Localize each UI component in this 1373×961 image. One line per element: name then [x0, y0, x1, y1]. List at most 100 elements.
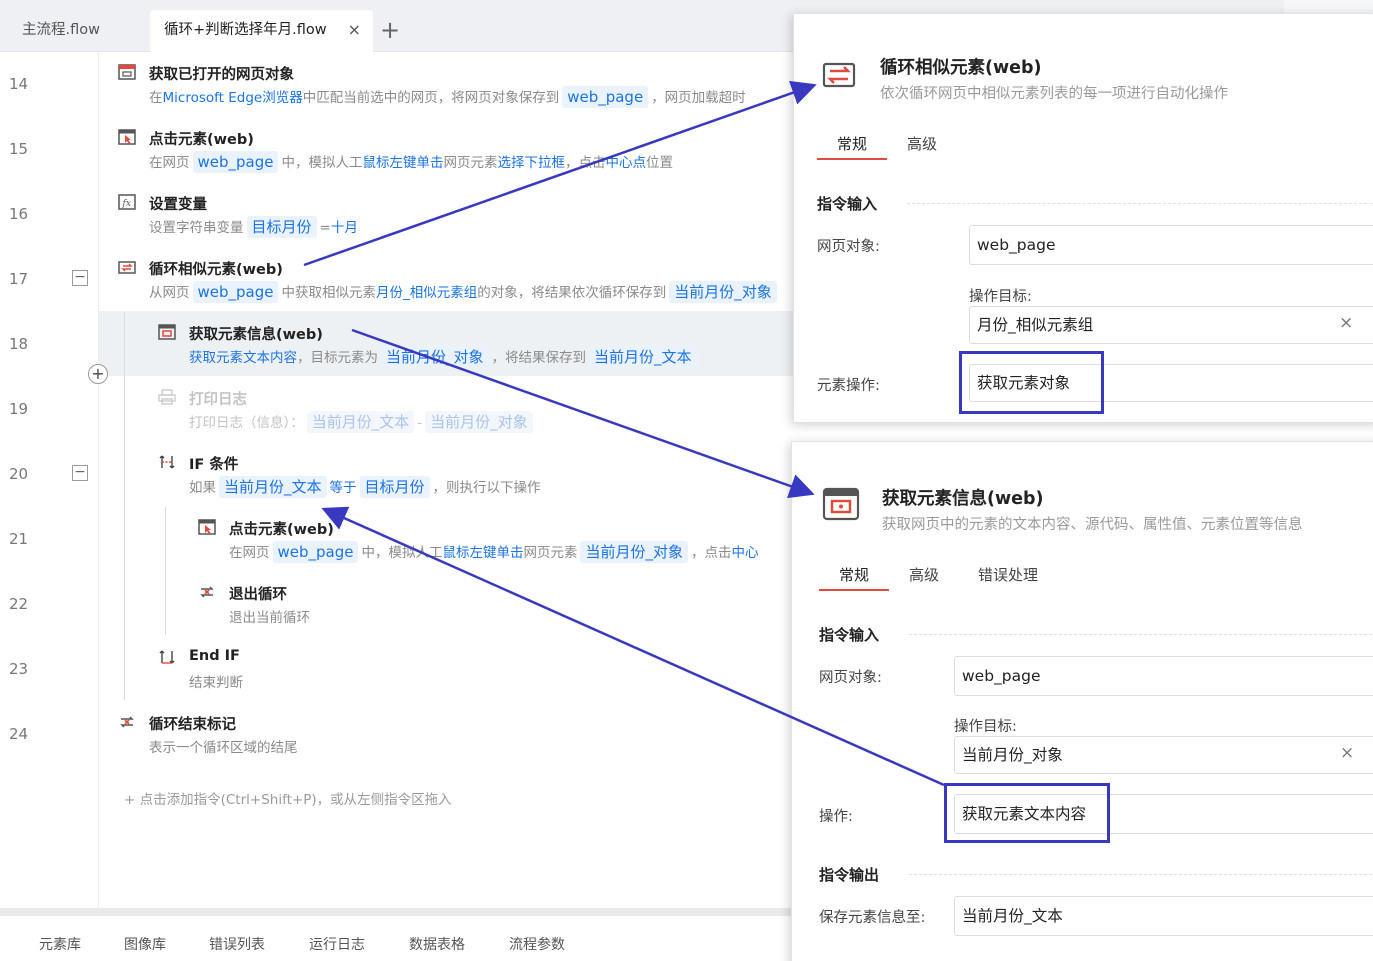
- step-description: 如果 当前月份_文本 等于 目标月份 ，则执行以下操作: [189, 476, 541, 498]
- insert-step-button[interactable]: +: [88, 364, 108, 384]
- line-number: 21: [9, 530, 29, 548]
- collapse-loop-toggle[interactable]: −: [72, 270, 88, 286]
- loop-indent-guide: [124, 312, 125, 700]
- web-object-field[interactable]: web_page: [969, 225, 1373, 265]
- step-title: 循环相似元素(web): [149, 262, 283, 278]
- variable-chip: 目标月份: [246, 216, 317, 238]
- operation-label: 操作:: [819, 809, 853, 825]
- variable-chip: 当前月份_文本: [589, 346, 697, 368]
- step-title: 退出循环: [229, 587, 287, 603]
- save-info-label: 保存元素信息至:: [819, 910, 926, 926]
- bottom-tab-run-log[interactable]: 运行日志: [309, 934, 365, 954]
- line-number: 22: [9, 595, 29, 613]
- get-element-info-properties-panel: 获取元素信息(web) 获取网页中的元素的文本内容、源代码、属性值、元素位置等信…: [791, 441, 1373, 961]
- variable-chip: 当前月份_对象: [580, 541, 688, 563]
- section-input-heading: 指令输入: [819, 626, 880, 644]
- clear-icon[interactable]: ×: [1340, 743, 1354, 763]
- gutter-divider: [98, 52, 99, 908]
- section-divider: [907, 203, 1373, 204]
- line-number: 15: [9, 140, 29, 158]
- get-element-info-icon: [158, 324, 176, 340]
- step-description: 在Microsoft Edge浏览器中匹配当前选中的网页，将网页对象保存到 web…: [149, 86, 746, 108]
- variable-chip: web_page: [562, 86, 649, 108]
- web-object-field[interactable]: web_page: [954, 656, 1373, 696]
- variable-chip: 当前月份_对象: [425, 411, 533, 433]
- bottom-panel-border: [0, 908, 800, 916]
- step-title: 打印日志: [189, 392, 247, 408]
- if-indent-guide: [165, 507, 166, 635]
- browser-window-icon: [118, 64, 136, 80]
- variable-chip: 当前月份_文本: [219, 476, 327, 498]
- set-variable-icon: fx: [118, 194, 136, 210]
- step-description: 获取元素文本内容，目标元素为 当前月份_对象 ，将结果保存到 当前月份_文本: [189, 346, 700, 368]
- step-title: 获取已打开的网页对象: [149, 67, 294, 83]
- panel-title: 获取元素信息(web): [882, 489, 1044, 509]
- step-description: 在网页 web_page 中，模拟人工鼠标左键单击网页元素选择下拉框，点击中心点位置: [149, 151, 673, 173]
- target-field[interactable]: 月份_相似元素组: [969, 306, 1373, 344]
- loop-elements-icon: [822, 62, 856, 88]
- bottom-tab-error-list[interactable]: 错误列表: [209, 934, 265, 954]
- target-field[interactable]: 当前月份_对象: [954, 736, 1373, 774]
- step-title: 循环结束标记: [149, 717, 236, 733]
- end-if-icon: [159, 650, 175, 664]
- step-title: 获取元素信息(web): [189, 327, 323, 343]
- tab-loop-flow[interactable]: 循环+判断选择年月.flow ×: [150, 10, 373, 52]
- collapse-if-toggle[interactable]: −: [72, 465, 88, 481]
- target-label: 操作目标:: [969, 289, 1032, 305]
- get-element-info-icon: [822, 487, 860, 521]
- variable-chip: 当前月份_文本: [306, 411, 415, 433]
- clear-icon[interactable]: ×: [1339, 313, 1353, 333]
- tab-error-handling[interactable]: 错误处理: [978, 564, 1038, 585]
- step-description: 表示一个循环区域的结尾: [149, 740, 298, 756]
- step-description: 打印日志（信息）： 当前月份_文本 - 当前月份_对象: [189, 411, 536, 433]
- bottom-tab-element-library[interactable]: 元素库: [39, 934, 81, 954]
- section-input-heading: 指令输入: [817, 195, 878, 213]
- exit-loop-icon: [200, 586, 214, 598]
- click-element-icon: [118, 129, 136, 145]
- step-description: 结束判断: [189, 675, 243, 691]
- print-icon: [158, 389, 176, 405]
- step-title: 点击元素(web): [229, 522, 334, 538]
- step-description: 退出当前循环: [229, 610, 310, 626]
- step-title: 点击元素(web): [149, 132, 254, 148]
- tab-advanced[interactable]: 高级: [909, 564, 939, 585]
- bottom-tab-image-library[interactable]: 图像库: [124, 934, 166, 954]
- variable-chip: 当前月份_对象: [381, 346, 489, 368]
- active-tab-indicator: [819, 589, 889, 591]
- variable-chip: 当前月份_对象: [669, 281, 777, 303]
- step-title: End IF: [189, 648, 240, 664]
- close-icon[interactable]: ×: [348, 10, 361, 50]
- line-number: 14: [9, 75, 29, 93]
- if-branch-icon: [159, 455, 175, 469]
- svg-text:fx: fx: [122, 199, 131, 209]
- line-number: 23: [9, 660, 29, 678]
- panel-title: 循环相似元素(web): [880, 58, 1042, 78]
- tab-general[interactable]: 常规: [839, 564, 869, 585]
- highlight-box-element-op: [959, 351, 1104, 414]
- add-tab-icon[interactable]: +: [380, 12, 400, 48]
- loop-end-icon: [120, 716, 134, 728]
- loop-elements-icon: [118, 261, 136, 274]
- bottom-tab-data-table[interactable]: 数据表格: [409, 934, 465, 954]
- line-number: 18: [9, 335, 29, 353]
- line-number: 19: [9, 400, 29, 418]
- web-object-label: 网页对象:: [819, 670, 882, 686]
- variable-chip: 目标月份: [359, 476, 430, 498]
- variable-chip: web_page: [192, 151, 279, 173]
- step-description: 在网页 web_page 中，模拟人工鼠标左键单击网页元素 当前月份_对象 ，点击中心: [229, 541, 759, 563]
- tab-general[interactable]: 常规: [837, 133, 867, 154]
- tab-main-flow[interactable]: 主流程.flow: [0, 10, 150, 52]
- step-title: IF 条件: [189, 457, 239, 473]
- web-object-label: 网页对象:: [817, 239, 880, 255]
- tab-advanced[interactable]: 高级: [907, 133, 937, 154]
- bottom-tab-flow-params[interactable]: 流程参数: [509, 934, 565, 954]
- panel-subtitle: 依次循环网页中相似元素列表的每一项进行自动化操作: [880, 86, 1228, 102]
- step-description: 设置字符串变量 目标月份 =十月: [149, 216, 358, 238]
- line-number: 24: [9, 725, 29, 743]
- save-info-field[interactable]: 当前月份_文本: [954, 896, 1373, 936]
- add-step-hint[interactable]: + 点击添加指令(Ctrl+Shift+P)，或从左侧指令区拖入: [124, 788, 452, 808]
- line-number: 16: [9, 205, 29, 223]
- step-description: 从网页 web_page 中获取相似元素月份_相似元素组的对象，将结果依次循环保存到…: [149, 281, 780, 303]
- highlight-box-operation: [944, 783, 1110, 843]
- element-operation-label: 元素操作:: [817, 378, 880, 394]
